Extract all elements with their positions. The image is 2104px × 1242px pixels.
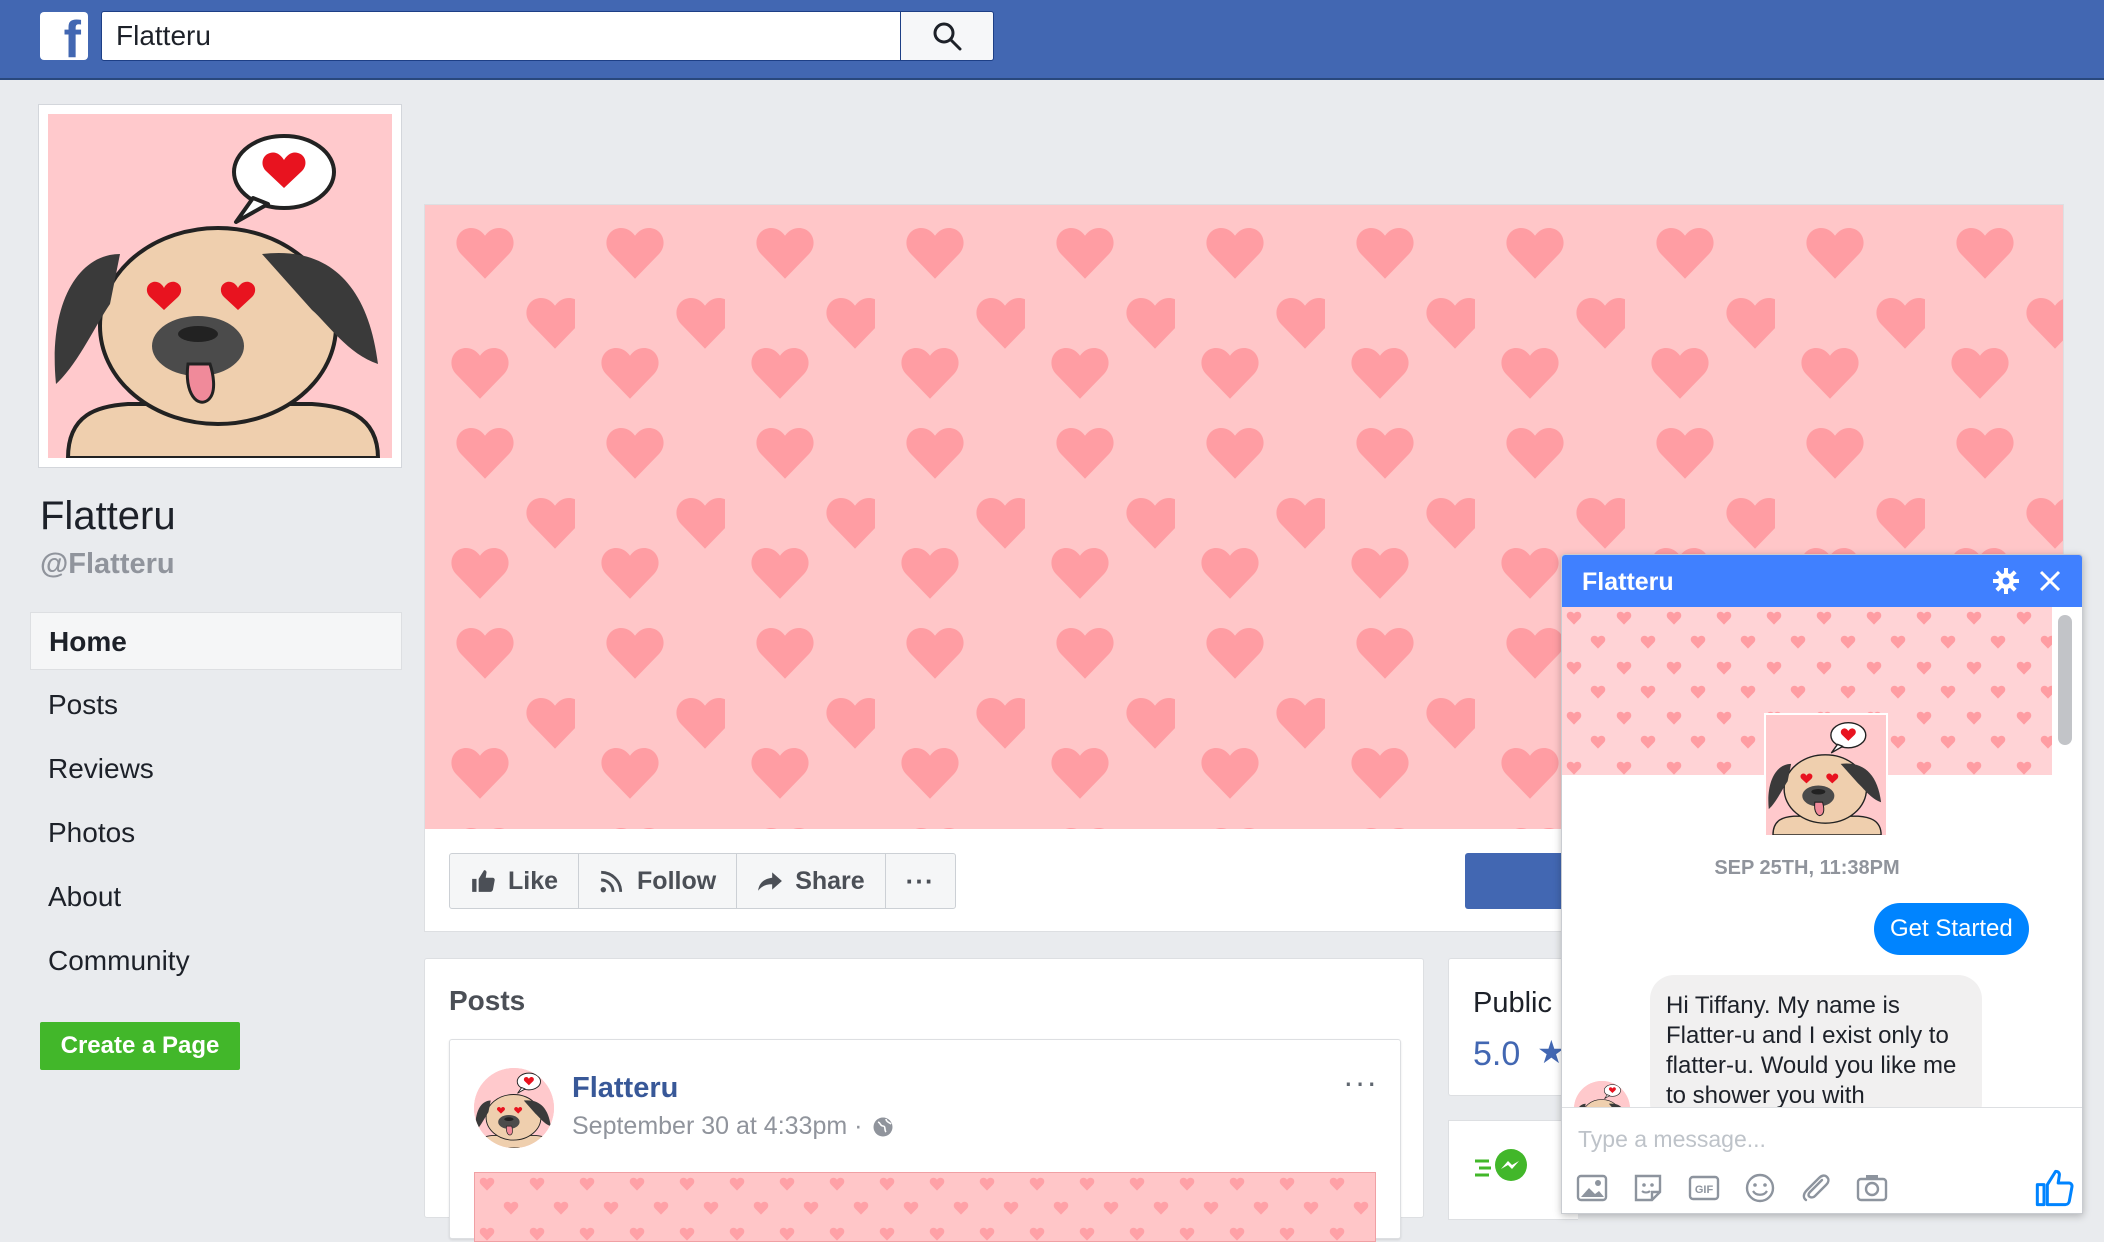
post-author-avatar[interactable] — [474, 1068, 554, 1148]
globe-icon — [873, 1117, 893, 1136]
share-label: Share — [795, 866, 865, 895]
chat-scrollbar[interactable] — [2058, 615, 2072, 745]
paperclip-icon[interactable] — [1800, 1170, 1856, 1206]
more-options-icon: ··· — [905, 865, 935, 896]
composer-toolbar: GIF — [1576, 1170, 1912, 1206]
like-button[interactable]: Like — [450, 854, 580, 908]
chat-message-bubble: Hi Tiffany. My name is Flatter-u and I e… — [1650, 975, 1982, 1127]
more-options-button[interactable]: ··· — [886, 854, 955, 908]
close-icon[interactable] — [2038, 569, 2062, 593]
post-options-button[interactable]: ··· — [1343, 1064, 1378, 1101]
chat-header[interactable]: Flatteru — [1562, 555, 2082, 607]
create-page-button[interactable]: Create a Page — [40, 1022, 240, 1070]
posts-section: Posts Flatteru September 30 at 4:33pm · … — [424, 958, 1424, 1242]
chat-timestamp: SEP 25TH, 11:38PM — [1714, 857, 1900, 879]
nav-item-photos[interactable]: Photos — [30, 804, 402, 862]
rating-value: 5.0 — [1473, 1035, 1521, 1073]
like-label: Like — [508, 866, 559, 895]
post-image[interactable] — [474, 1172, 1376, 1242]
emoji-icon[interactable] — [1744, 1170, 1800, 1206]
sticker-icon[interactable] — [1632, 1170, 1688, 1206]
svg-text:GIF: GIF — [1695, 1184, 1714, 1196]
chat-composer: GIF — [1562, 1107, 2082, 1213]
share-button[interactable]: Share — [737, 854, 886, 908]
post-item: Flatteru September 30 at 4:33pm · ··· — [449, 1039, 1401, 1242]
top-navigation-bar: f — [0, 0, 2104, 80]
gear-icon[interactable] — [1992, 567, 2020, 595]
nav-item-reviews[interactable]: Reviews — [30, 740, 402, 798]
thumbs-up-icon[interactable] — [2034, 1168, 2074, 1208]
nav-item-home[interactable]: Home — [30, 612, 402, 670]
search-input[interactable] — [102, 12, 902, 60]
get-started-button[interactable]: Get Started — [1874, 903, 2029, 955]
chat-title[interactable]: Flatteru — [1582, 568, 1674, 597]
thumbs-up-icon — [472, 870, 495, 892]
post-author-name[interactable]: Flatteru — [572, 1072, 678, 1105]
messenger-fast-icon — [1475, 1149, 1527, 1181]
search-box[interactable] — [101, 11, 902, 61]
profile-picture[interactable] — [48, 114, 392, 458]
message-input[interactable] — [1576, 1122, 2056, 1156]
messenger-card — [1448, 1120, 1578, 1220]
search-icon — [933, 22, 962, 51]
posts-heading: Posts — [449, 985, 526, 1016]
share-arrow-icon — [758, 872, 783, 891]
post-meta: September 30 at 4:33pm · — [572, 1112, 894, 1141]
image-icon[interactable] — [1576, 1170, 1632, 1206]
gif-icon[interactable]: GIF — [1688, 1170, 1744, 1206]
left-navigation: Home Posts Reviews Photos About Communit… — [30, 612, 402, 996]
follow-label: Follow — [637, 866, 717, 895]
page-title: Flatteru — [40, 494, 176, 538]
nav-item-community[interactable]: Community — [30, 932, 402, 990]
nav-item-posts[interactable]: Posts — [30, 676, 402, 734]
public-rating-card: Public 5.0 ★ — [1448, 958, 1578, 1096]
chat-page-avatar[interactable] — [1764, 713, 1888, 837]
camera-icon[interactable] — [1856, 1170, 1912, 1206]
page-handle[interactable]: @Flatteru — [40, 548, 175, 581]
post-timestamp[interactable]: September 30 at 4:33pm · — [572, 1112, 862, 1141]
facebook-f-icon[interactable]: f — [40, 12, 88, 60]
messenger-chat-window: Flatteru SEP 25TH, 11:38PM Get Started H… — [1561, 554, 2083, 1214]
nav-item-about[interactable]: About — [30, 868, 402, 926]
rss-icon — [600, 870, 623, 893]
profile-picture-frame[interactable] — [38, 104, 402, 468]
page-action-bar: Like Follow Share ··· — [449, 853, 956, 909]
search-button[interactable] — [901, 11, 994, 61]
public-rating-title: Public — [1473, 987, 1552, 1019]
follow-button[interactable]: Follow — [579, 854, 738, 908]
